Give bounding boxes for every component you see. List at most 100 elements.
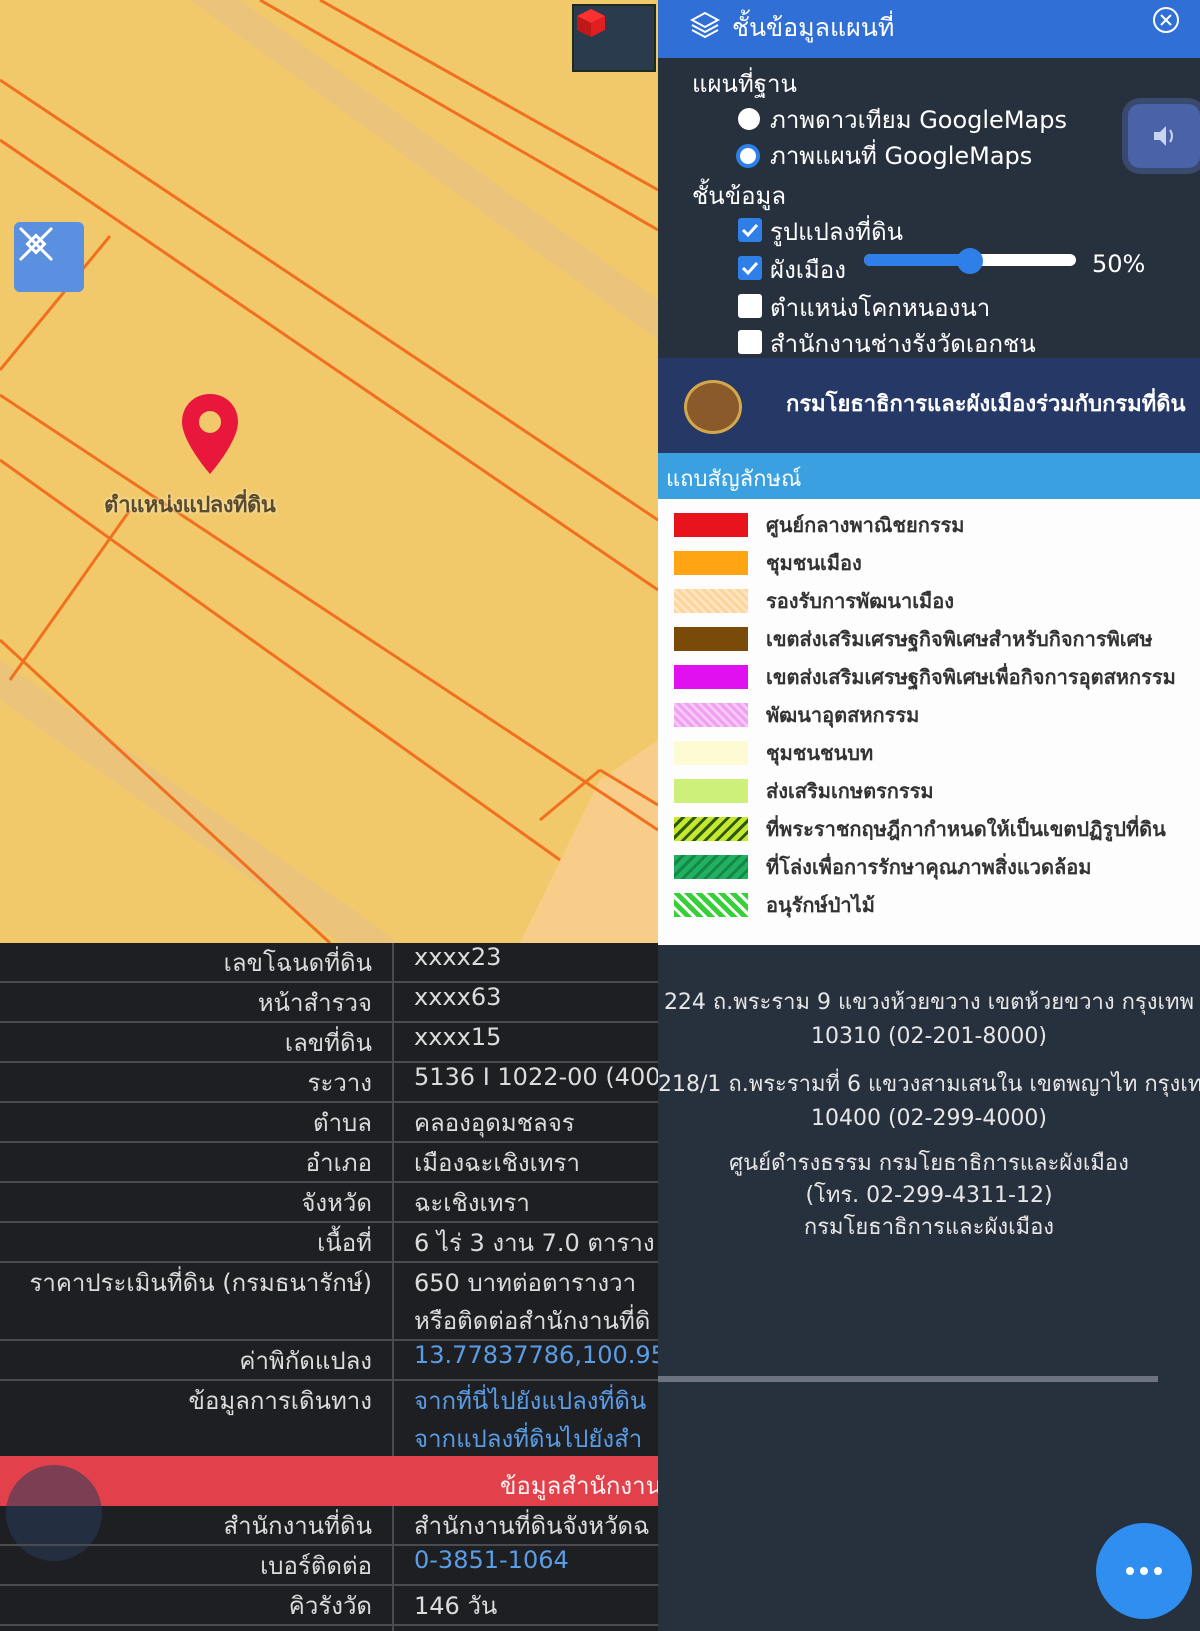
- row-value-line2: หรือติดต่อสำนักงานที่ดิ: [414, 1307, 651, 1335]
- layer-label[interactable]: ตำแหน่งโคกหนองนา: [770, 288, 990, 327]
- parcel-info-table: เลขโฉนดที่ดิน xxxx23 หน้าสำรวจ xxxx63 เล…: [0, 943, 658, 1631]
- table-row: ระวาง 5136 I 1022-00 (400: [0, 1063, 658, 1103]
- table-row: อำเภอ เมืองฉะเชิงเทรา: [0, 1143, 658, 1183]
- legend-swatch: [674, 779, 748, 803]
- radio-map[interactable]: [736, 144, 760, 168]
- legend-swatch: [674, 627, 748, 651]
- department-banner: กรมโยธาธิการและผังเมืองร่วมกับกรมที่ดิน: [658, 358, 1200, 453]
- more-dots-icon: [1126, 1567, 1134, 1575]
- checkbox-cityplan[interactable]: [738, 256, 762, 280]
- legend-swatch: [674, 589, 748, 613]
- row-key: ราคาประเมินที่ดิน (กรมธนารักษ์): [29, 1269, 372, 1297]
- row-key: ค่าพิกัดแปลง: [239, 1347, 372, 1375]
- table-row: จังหวัด ฉะเชิงเทรา: [0, 1183, 658, 1223]
- table-row: เนื้อที่ 6 ไร่ 3 งาน 7.0 ตาราง: [0, 1223, 658, 1263]
- row-value: 650 บาทต่อตารางวา: [414, 1269, 637, 1297]
- legend-swatch: [674, 741, 748, 765]
- layer-label[interactable]: ผังเมือง: [770, 250, 846, 289]
- legend-label: ชุมชนชนบท: [766, 741, 874, 765]
- address-line: 10400 (02-299-4000): [811, 1106, 1047, 1131]
- legend-swatch: [674, 855, 748, 879]
- legend-label: พัฒนาอุตสหกรรม: [766, 703, 920, 727]
- legend-title: แถบสัญลักษณ์: [666, 467, 802, 492]
- legend-swatch: [674, 665, 748, 689]
- more-dot: [1140, 1567, 1148, 1575]
- address-line: 10310 (02-201-8000): [811, 1024, 1047, 1049]
- row-value: xxxx63: [414, 983, 502, 1011]
- coordinates-link[interactable]: 13.77837786,100.955: [414, 1341, 658, 1369]
- center-line: ศูนย์ดำรงธรรม กรมโยธาธิการและผังเมือง: [729, 1151, 1129, 1176]
- row-value: 6 ไร่ 3 งาน 7.0 ตาราง: [414, 1229, 655, 1257]
- legend-label: รองรับการพัฒนาเมือง: [766, 589, 954, 613]
- row-value: เมืองฉะเชิงเทรา: [414, 1149, 580, 1177]
- legend-label: อนุรักษ์ป่าไม้: [766, 893, 875, 917]
- row-key: ตำบล: [312, 1109, 372, 1137]
- directions-to-parcel-link[interactable]: จากที่นี่ไปยังแปลงที่ดิน: [414, 1381, 646, 1420]
- row-value: คลองอุดมชลจร: [414, 1109, 575, 1137]
- row-key: อำเภอ: [305, 1149, 372, 1177]
- center-line: กรมโยธาธิการและผังเมือง: [803, 1215, 1055, 1240]
- row-key: สำนักงานที่ดิน: [223, 1512, 372, 1540]
- parcel-lines: [0, 0, 658, 943]
- legend-label: ชุมชนเมือง: [766, 551, 862, 575]
- legend-label: ส่งเสริมเกษตรกรรม: [766, 779, 934, 803]
- more-options-button[interactable]: [1096, 1523, 1192, 1619]
- row-key: เลขโฉนดที่ดิน: [223, 949, 372, 977]
- measure-tool-button[interactable]: [14, 222, 84, 292]
- center-phone: (โทร. 02-299-4311-12): [805, 1183, 1053, 1208]
- panel-title: ชั้นข้อมูลแผนที่: [732, 13, 895, 42]
- table-row: ราคาประเมินที่ดิน (กรมธนารักษ์) 650 บาทต…: [0, 1263, 658, 1341]
- center-block: ศูนย์ดำรงธรรม กรมโยธาธิการและผังเมือง (โ…: [658, 1148, 1200, 1244]
- department-name: กรมโยธาธิการและผังเมืองร่วมกับกรมที่ดิน: [786, 392, 1186, 417]
- legend-label: เขตส่งเสริมเศรษฐกิจพิเศษเพื่อกิจการอุตสห…: [766, 665, 1176, 689]
- sound-button[interactable]: [1128, 104, 1200, 168]
- row-value: 146 วัน: [414, 1592, 498, 1620]
- layers-icon: [689, 10, 721, 44]
- horizontal-scrollbar[interactable]: [658, 1376, 1158, 1382]
- pin-label: ตำแหน่งแปลงที่ดิน: [104, 493, 276, 518]
- directions-from-parcel-link[interactable]: จากแปลงที่ดินไปยังสำ: [414, 1419, 642, 1458]
- checkbox-parcel[interactable]: [738, 218, 762, 242]
- panel-header: ชั้นข้อมูลแผนที่: [658, 0, 1200, 58]
- table-row: หน้าสำรวจ xxxx63: [0, 983, 658, 1023]
- more-dot: [1154, 1567, 1162, 1575]
- opacity-slider-handle[interactable]: [957, 248, 983, 274]
- row-value: xxxx15: [414, 1023, 502, 1051]
- map-view[interactable]: ตำแหน่งแปลงที่ดิน: [0, 0, 658, 943]
- legend-swatch: [674, 551, 748, 575]
- basemap-heading: แผนที่ฐาน: [692, 70, 797, 98]
- basemap-option-label[interactable]: ภาพดาวเทียม GoogleMaps: [770, 100, 1067, 139]
- legend-swatch: [674, 513, 748, 537]
- table-row: ค่าพิกัดแปลง 13.77837786,100.955: [0, 1341, 658, 1381]
- row-key: เลขที่ดิน: [284, 1029, 372, 1057]
- basemap-option-label[interactable]: ภาพแผนที่ GoogleMaps: [770, 136, 1032, 175]
- row-key: เบอร์ติดต่อ: [260, 1552, 372, 1580]
- row-key: เนื้อที่: [317, 1229, 372, 1257]
- table-row: ข้อมูลการเดินทาง จากที่นี่ไปยังแปลงที่ดิ…: [0, 1381, 658, 1456]
- address-line: 224 ถ.พระราม 9 แขวงห้วยขวาง เขตห้วยขวาง …: [663, 990, 1195, 1015]
- phone-link[interactable]: 0-3851-1064: [414, 1546, 569, 1574]
- table-row: เลขที่ดิน xxxx15: [0, 1023, 658, 1063]
- map-layer-toggle-button[interactable]: [572, 4, 656, 72]
- table-row: เลขโฉนดที่ดิน xxxx23: [0, 943, 658, 983]
- address-line: 218/1 ถ.พระรามที่ 6 แขวงสามเสนใน เขตพญาไ…: [658, 1072, 1200, 1097]
- table-row: เบอร์ติดต่อ 0-3851-1064: [0, 1546, 658, 1586]
- row-key: ข้อมูลการเดินทาง: [188, 1387, 372, 1415]
- row-key: หน้าสำรวจ: [257, 989, 372, 1017]
- row-key: คิวรังวัด: [288, 1592, 372, 1620]
- row-value: สำนักงานที่ดินจังหวัดฉ: [414, 1512, 650, 1540]
- checkbox-khoknongna[interactable]: [738, 294, 762, 318]
- layer-label[interactable]: รูปแปลงที่ดิน: [770, 212, 903, 251]
- row-value: ฉะเชิงเทรา: [414, 1189, 530, 1217]
- radio-satellite[interactable]: [738, 108, 760, 130]
- close-icon[interactable]: [1152, 6, 1180, 34]
- department-seal-icon: [684, 380, 742, 434]
- checkbox-survey-office[interactable]: [738, 330, 762, 354]
- legend-label: ศูนย์กลางพาณิชยกรรม: [766, 513, 965, 537]
- row-value: 5136 I 1022-00 (400: [414, 1063, 658, 1091]
- opacity-slider-fill: [864, 254, 970, 266]
- legend-label: ที่พระราชกฤษฎีกากำหนดให้เป็นเขตปฏิรูปที่…: [766, 817, 1166, 841]
- legend-swatch: [674, 817, 748, 841]
- table-row: คิวรังวัด 146 วัน: [0, 1586, 658, 1626]
- map-layer-panel: ชั้นข้อมูลแผนที่ แผนที่ฐาน ภาพดาวเทียม G…: [658, 0, 1200, 1631]
